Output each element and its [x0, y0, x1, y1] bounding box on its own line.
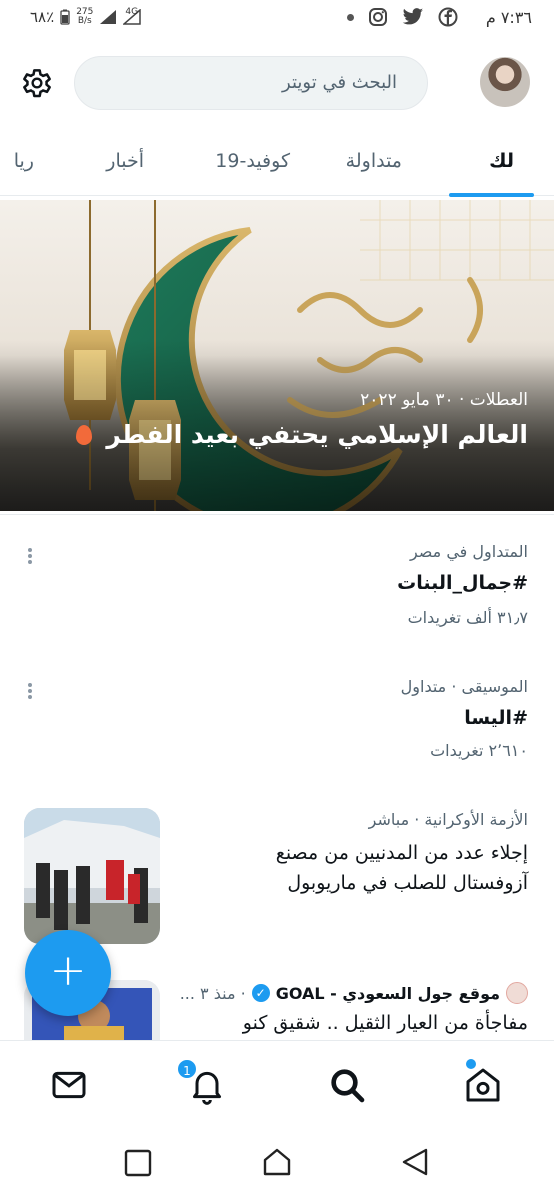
battery-level: ٦٨٪	[30, 8, 55, 26]
search-input[interactable]: البحث في تويتر	[74, 56, 428, 110]
trend-count: ٣١٫٧ ألف تغريدات	[407, 608, 528, 627]
goal-source: موقع جول السعودي - GOAL	[275, 983, 500, 1003]
tab-trending[interactable]: متداولة	[346, 150, 402, 172]
search-placeholder: البحث في تويتر	[282, 72, 397, 93]
trend-name: #جمال_البنات	[397, 572, 528, 594]
goal-title[interactable]: مفاجأة من العيار الثقيل .. شقيق كنو	[243, 1012, 528, 1034]
balloon-icon	[75, 425, 92, 445]
hero-image	[0, 200, 554, 511]
trend-count: ٢٬٦١٠ تغريدات	[430, 741, 528, 760]
trend-item[interactable]: الموسيقى · متداول #اليسا ٢٬٦١٠ تغريدات	[0, 675, 554, 775]
status-left: ٦٨٪ 275 B/s 4G	[30, 7, 142, 26]
notification-dot	[346, 13, 354, 21]
gear-icon[interactable]	[18, 64, 56, 102]
divider	[0, 514, 554, 515]
home-nav-icon[interactable]	[262, 1147, 292, 1177]
back-icon[interactable]	[400, 1147, 430, 1177]
net-speed: 275 B/s	[76, 8, 93, 26]
bottom-nav: 1	[0, 1040, 554, 1126]
trend-context: الموسيقى · متداول	[400, 677, 528, 696]
battery-icon	[60, 9, 70, 25]
goal-logo	[506, 982, 528, 1004]
news-context: الأزمة الأوكرانية · مباشر	[368, 810, 528, 829]
status-right: ٧:٣٦ م	[346, 7, 532, 27]
recents-icon[interactable]	[124, 1149, 152, 1177]
instagram-icon	[368, 8, 387, 26]
trend-context: المتداول في مصر	[409, 542, 528, 561]
notifications-badge: 1	[176, 1058, 198, 1080]
trend-item[interactable]: المتداول في مصر #جمال_البنات ٣١٫٧ ألف تغ…	[0, 540, 554, 640]
tab-covid19[interactable]: كوفيد-19	[215, 150, 290, 172]
search-icon[interactable]	[327, 1065, 367, 1105]
explore-tabs: لك متداولة كوفيد-19 أخبار ريا	[0, 140, 554, 197]
trend-name: #اليسا	[464, 707, 528, 729]
goal-time: · منذ ٣ ...	[179, 983, 246, 1003]
news-photo	[24, 808, 160, 944]
tab-sports[interactable]: ريا	[14, 150, 34, 172]
news-thumbnail[interactable]	[24, 808, 160, 944]
system-nav-bar	[0, 1126, 554, 1200]
goal-story-header: موقع جول السعودي - GOAL ✓ · منذ ٣ ...	[180, 982, 528, 1004]
net-speed-unit: B/s	[77, 16, 92, 26]
status-bar: ٦٨٪ 275 B/s 4G ٧:٣٦ م	[0, 0, 554, 36]
hero-meta: العطلات · ٣٠ مايو ٢٠٢٢	[360, 390, 528, 410]
profile-avatar[interactable]	[480, 57, 530, 107]
tab-for-you[interactable]: لك	[489, 150, 514, 172]
hero-card[interactable]: العطلات · ٣٠ مايو ٢٠٢٢ العالم الإسلامي ي…	[0, 200, 554, 511]
more-options-icon[interactable]	[26, 681, 34, 703]
facebook-icon	[438, 7, 458, 27]
home-new-dot	[466, 1059, 476, 1069]
news-title[interactable]: إجلاء عدد من المدنيين من مصنع آزوفستال ل…	[198, 838, 528, 898]
hero-title: العالم الإسلامي يحتفي بعيد الفطر	[75, 420, 528, 449]
compose-button[interactable]: +	[25, 930, 111, 1016]
active-tab-indicator	[449, 193, 534, 197]
messages-icon[interactable]	[49, 1065, 89, 1105]
home-icon[interactable]	[463, 1065, 503, 1105]
hero-title-text: العالم الإسلامي يحتفي بعيد الفطر	[106, 420, 528, 449]
network-type: 4G	[125, 7, 139, 17]
twitter-icon	[402, 8, 423, 25]
tab-news[interactable]: أخبار	[106, 150, 144, 172]
more-options-icon[interactable]	[26, 546, 34, 568]
verified-icon: ✓	[251, 984, 270, 1002]
clock: ٧:٣٦ م	[485, 7, 532, 27]
signal-icon	[100, 10, 117, 24]
